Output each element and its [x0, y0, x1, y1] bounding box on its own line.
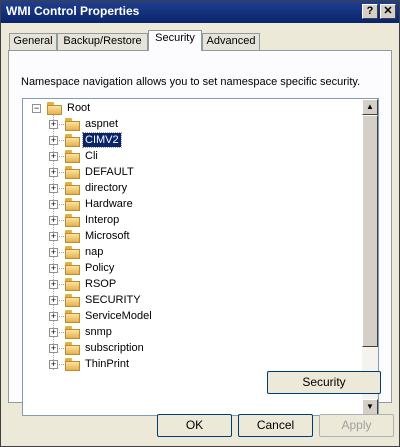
expand-icon[interactable]: +: [49, 296, 58, 305]
tree-node-label: Root: [67, 102, 91, 114]
tree-node-thinprint[interactable]: + ThinPrint: [23, 356, 363, 372]
expand-icon[interactable]: +: [49, 344, 58, 353]
tree-node-root[interactable]: − Root: [23, 100, 363, 116]
folder-icon: [65, 166, 81, 179]
tree-node-interop[interactable]: + Interop: [23, 212, 363, 228]
expand-icon[interactable]: +: [49, 120, 58, 129]
expand-icon[interactable]: +: [49, 216, 58, 225]
tree-node-label: DEFAULT: [85, 166, 134, 178]
tree-node-rsop[interactable]: + RSOP: [23, 276, 363, 292]
folder-icon: [65, 278, 81, 291]
scroll-down-button[interactable]: ▼: [362, 399, 378, 415]
tree-node-label: nap: [85, 246, 104, 258]
namespace-tree[interactable]: − Root + aspnet + CIMV2 + Cli + DEFAULT + directory…: [22, 98, 379, 416]
folder-icon: [65, 230, 81, 243]
expand-icon[interactable]: +: [49, 184, 58, 193]
close-button[interactable]: ✕: [380, 4, 396, 19]
tree-node-cli[interactable]: + Cli: [23, 148, 363, 164]
tree-node-hardware[interactable]: + Hardware: [23, 196, 363, 212]
expand-icon[interactable]: +: [49, 232, 58, 241]
apply-button[interactable]: Apply: [319, 414, 394, 437]
expand-icon[interactable]: +: [49, 360, 58, 369]
tree-node-security[interactable]: + SECURITY: [23, 292, 363, 308]
tree-node-label: Interop: [85, 214, 120, 226]
tree-node-directory[interactable]: + directory: [23, 180, 363, 196]
wmi-control-properties-dialog: WMI Control Properties ? ✕ General Backu…: [0, 0, 400, 447]
folder-icon: [65, 214, 81, 227]
tree-node-label: RSOP: [85, 278, 117, 290]
cancel-button[interactable]: Cancel: [238, 414, 313, 437]
tree-node-label: ServiceModel: [85, 310, 152, 322]
tree-node-label: Cli: [85, 150, 98, 162]
tree-node-label: Hardware: [85, 198, 133, 210]
tree-node-default[interactable]: + DEFAULT: [23, 164, 363, 180]
tree-node-label: Policy: [85, 262, 115, 274]
tree-node-nap[interactable]: + nap: [23, 244, 363, 260]
folder-icon: [65, 246, 81, 259]
expand-icon[interactable]: +: [49, 264, 58, 273]
tree-node-label: Microsoft: [85, 230, 130, 242]
tree-node-label: CIMV2: [82, 132, 122, 148]
tree-node-servicemodel[interactable]: + ServiceModel: [23, 308, 363, 324]
folder-icon: [65, 150, 81, 163]
folder-icon: [65, 326, 81, 339]
expand-icon[interactable]: +: [49, 312, 58, 321]
tree-node-label: snmp: [85, 326, 112, 338]
expand-icon[interactable]: +: [49, 152, 58, 161]
scroll-thumb[interactable]: [362, 115, 378, 347]
expand-icon[interactable]: +: [49, 328, 58, 337]
expand-icon[interactable]: +: [49, 200, 58, 209]
tab-general[interactable]: General: [9, 33, 57, 50]
namespace-description: Namespace navigation allows you to set n…: [21, 76, 361, 88]
expand-icon[interactable]: +: [49, 248, 58, 257]
ok-button[interactable]: OK: [157, 414, 232, 437]
tree-node-subscription[interactable]: + subscription: [23, 340, 363, 356]
folder-icon: [65, 198, 81, 211]
folder-icon: [65, 134, 81, 147]
tree-node-cimv2[interactable]: + CIMV2: [23, 132, 363, 148]
help-button[interactable]: ?: [362, 4, 378, 19]
expand-icon[interactable]: +: [49, 280, 58, 289]
expand-icon[interactable]: +: [49, 136, 58, 145]
folder-icon: [65, 182, 81, 195]
tree-vertical-scrollbar[interactable]: ▲ ▼: [362, 99, 378, 415]
tree-node-policy[interactable]: + Policy: [23, 260, 363, 276]
tree-node-snmp[interactable]: + snmp: [23, 324, 363, 340]
scroll-up-button[interactable]: ▲: [362, 99, 378, 115]
tree-node-label: ThinPrint: [85, 358, 130, 370]
tab-backup-restore[interactable]: Backup/Restore: [57, 33, 148, 50]
collapse-icon[interactable]: −: [32, 104, 41, 113]
window-title: WMI Control Properties: [6, 4, 140, 18]
tab-advanced[interactable]: Advanced: [202, 33, 260, 50]
tree-node-label: directory: [85, 182, 128, 194]
folder-icon: [65, 342, 81, 355]
folder-icon: [65, 310, 81, 323]
tree-node-aspnet[interactable]: + aspnet: [23, 116, 363, 132]
expand-icon[interactable]: +: [49, 168, 58, 177]
folder-icon: [65, 358, 81, 371]
security-tab-panel: Namespace navigation allows you to set n…: [8, 50, 392, 416]
security-button[interactable]: Security: [267, 371, 381, 394]
tree-node-label: aspnet: [85, 118, 119, 130]
folder-icon: [65, 294, 81, 307]
folder-icon: [65, 262, 81, 275]
tree-node-label: subscription: [85, 342, 144, 354]
folder-icon: [65, 118, 81, 131]
title-bar: WMI Control Properties ? ✕: [1, 1, 399, 23]
folder-open-icon: [47, 102, 63, 115]
tree-node-microsoft[interactable]: + Microsoft: [23, 228, 363, 244]
tree-node-label: SECURITY: [85, 294, 141, 306]
tab-security[interactable]: Security: [148, 30, 202, 51]
